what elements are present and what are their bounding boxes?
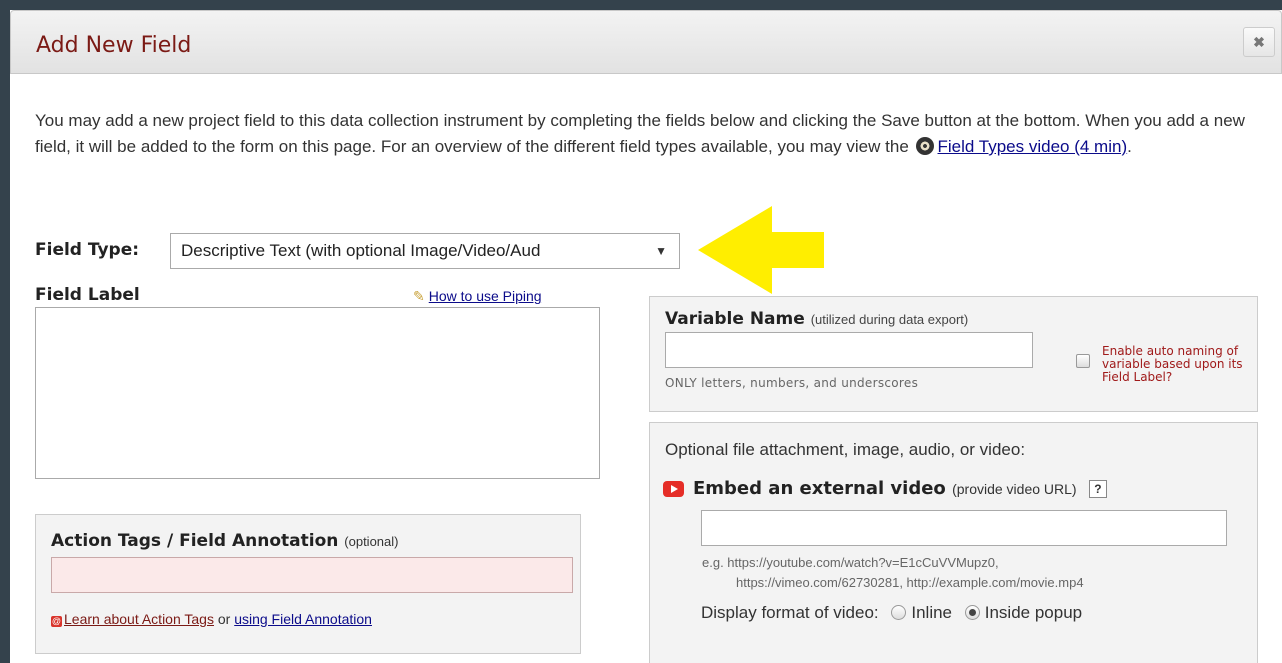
popup-radio[interactable] [964,605,980,620]
field-type-label: Field Type: [35,240,140,260]
field-type-select[interactable]: Descriptive Text (with optional Image/Vi… [170,233,680,269]
film-reel-icon [915,137,934,155]
help-button[interactable]: ? [1088,480,1107,498]
field-annotation-link[interactable]: using Field Annotation [234,611,372,627]
attachment-title: Optional file attachment, image, audio, … [665,440,1026,459]
action-tags-links: @ Learn about Action Tags or using Field … [51,611,372,627]
display-format: Display format of video: Inline Inside p… [701,603,1082,623]
youtube-icon [663,481,684,497]
how-to-use-piping-link[interactable]: How to use Piping [429,288,542,304]
display-format-label: Display format of video: [701,603,879,622]
add-field-dialog: Add New Field ✖ You may add a new projec… [10,10,1282,663]
intro-text: You may add a new project field to this … [35,108,1255,160]
variable-name-subtitle: (utilized during data export) [810,312,969,327]
video-url-input[interactable] [701,510,1227,546]
action-tags-title: Action Tags / Field Annotation (optional… [51,531,398,551]
variable-name-hint: ONLY letters, numbers, and underscores [665,376,919,390]
yellow-arrow-icon [698,206,824,294]
field-type-selected: Descriptive Text (with optional Image/Vi… [181,241,541,260]
action-tags-input[interactable] [51,557,573,593]
variable-name-panel: Variable Name (utilized during data expo… [649,296,1258,412]
or-text: or [217,611,231,627]
dialog-title: Add New Field [36,33,192,58]
auto-naming-checkbox[interactable] [1076,354,1090,368]
field-types-video-link[interactable]: Field Types video (4 min) [938,137,1128,156]
action-tag-icon: @ [51,616,62,627]
variable-name-input[interactable] [665,332,1033,368]
pencil-icon: ✎ [413,288,425,304]
piping-help[interactable]: ✎ How to use Piping [413,288,542,305]
example-line-2: https://vimeo.com/62730281, http://examp… [736,575,1084,590]
example-line-1: e.g. https://youtube.com/watch?v=E1cCuVV… [702,555,999,570]
video-url-examples: e.g. https://youtube.com/watch?v=E1cCuVV… [702,553,1084,593]
learn-action-tags-link[interactable]: Learn about Action Tags [64,611,214,627]
attachment-panel: Optional file attachment, image, audio, … [649,422,1258,663]
action-tags-optional: (optional) [344,534,399,549]
auto-naming-label[interactable]: Enable auto naming of variable based upo… [1102,345,1252,384]
inline-radio[interactable] [891,605,907,620]
action-tags-heading: Action Tags / Field Annotation [51,531,339,551]
embed-video-title: Embed an external video (provide video U… [693,478,1107,499]
popup-option-label[interactable]: Inside popup [985,603,1082,622]
field-label-heading: Field Label [35,285,140,305]
variable-name-title: Variable Name (utilized during data expo… [665,309,968,329]
field-label-textarea[interactable] [35,307,600,479]
close-icon: ✖ [1253,34,1265,50]
close-button[interactable]: ✖ [1243,27,1275,57]
embed-video-heading: Embed an external video [693,478,946,499]
dropdown-arrow-icon: ▼ [655,244,667,258]
inline-option-label[interactable]: Inline [911,603,952,622]
embed-video-subtitle: (provide video URL) [952,481,1077,497]
intro-trailing: . [1127,137,1132,156]
variable-name-heading: Variable Name [665,309,805,329]
dialog-titlebar: Add New Field ✖ [10,10,1282,74]
action-tags-panel: Action Tags / Field Annotation (optional… [35,514,581,654]
